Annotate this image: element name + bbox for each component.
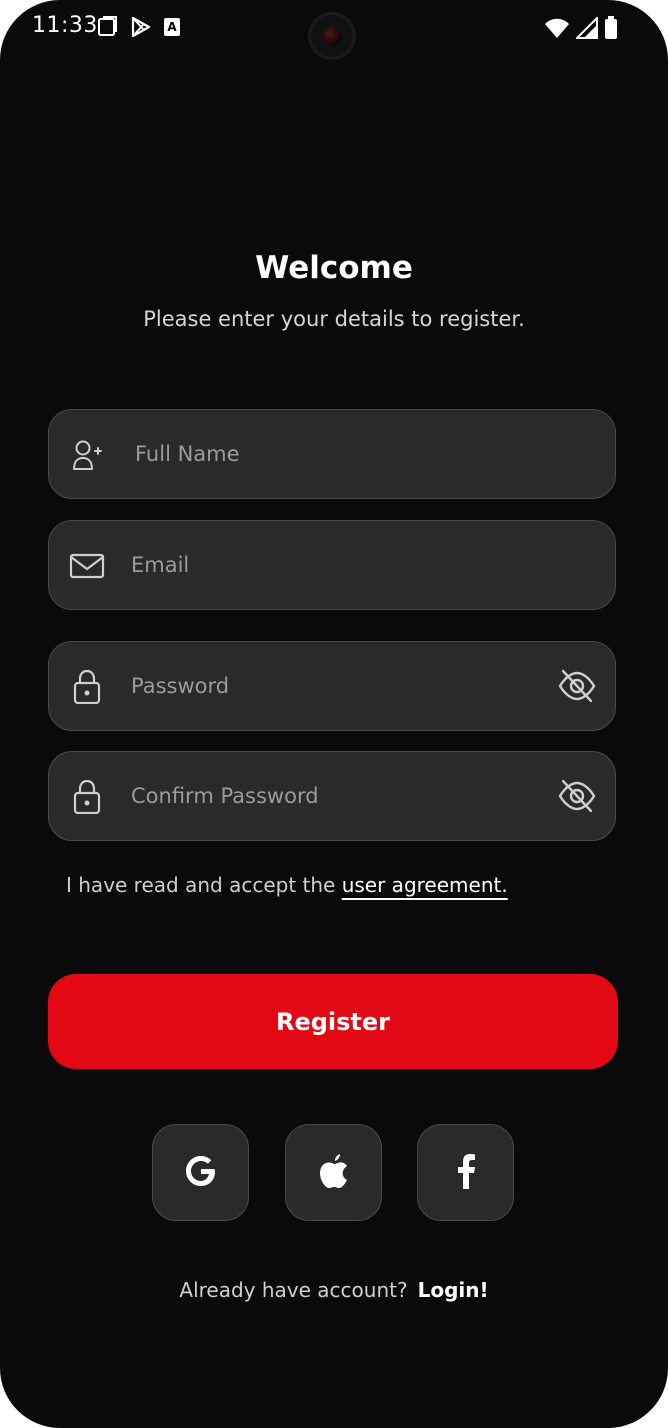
cellular-signal-icon — [574, 15, 598, 43]
agreement-label: I have read and accept the — [66, 873, 342, 897]
confirm-password-input[interactable] — [131, 752, 531, 840]
eye-off-icon[interactable] — [557, 668, 597, 704]
screenshot-icon — [96, 16, 118, 42]
login-link[interactable]: Login! — [418, 1278, 489, 1302]
google-icon — [183, 1153, 219, 1193]
lock-icon — [69, 669, 105, 705]
status-bar: 11:33 A — [0, 0, 668, 60]
battery-icon — [604, 16, 618, 44]
add-user-icon — [69, 438, 105, 472]
status-time: 11:33 — [32, 13, 98, 38]
wifi-icon — [544, 17, 570, 43]
register-screen: 11:33 A Welcome Please enter your detail… — [0, 0, 668, 1428]
login-prompt: Already have account? Login! — [0, 1278, 668, 1302]
status-icons-right — [544, 15, 618, 44]
confirm-password-field[interactable] — [48, 751, 616, 841]
lock-icon — [69, 779, 105, 815]
page-title: Welcome — [255, 250, 413, 286]
svg-text:A: A — [167, 20, 177, 34]
page-subtitle: Please enter your details to register. — [143, 307, 525, 331]
full-name-input[interactable] — [135, 410, 535, 498]
user-agreement-link[interactable]: user agreement. — [342, 873, 508, 897]
device-frame: 11:33 A Welcome Please enter your detail… — [0, 0, 668, 1428]
apple-icon — [316, 1152, 352, 1194]
email-input[interactable] — [131, 521, 531, 609]
play-store-icon — [130, 16, 152, 42]
front-camera — [308, 12, 356, 60]
eye-off-icon[interactable] — [557, 778, 597, 814]
facebook-login-button[interactable] — [417, 1124, 514, 1221]
email-field[interactable] — [48, 520, 616, 610]
apple-login-button[interactable] — [285, 1124, 382, 1221]
register-button[interactable]: Register — [48, 974, 618, 1069]
facebook-icon — [454, 1153, 478, 1193]
google-login-button[interactable] — [152, 1124, 249, 1221]
mail-icon — [69, 549, 105, 583]
login-prompt-text: Already have account? — [179, 1278, 408, 1302]
password-input[interactable] — [131, 642, 531, 730]
status-icons-left: A — [96, 16, 182, 42]
full-name-field[interactable] — [48, 409, 616, 499]
agreement-text: I have read and accept the user agreemen… — [66, 873, 508, 897]
password-field[interactable] — [48, 641, 616, 731]
translate-icon: A — [164, 18, 182, 40]
